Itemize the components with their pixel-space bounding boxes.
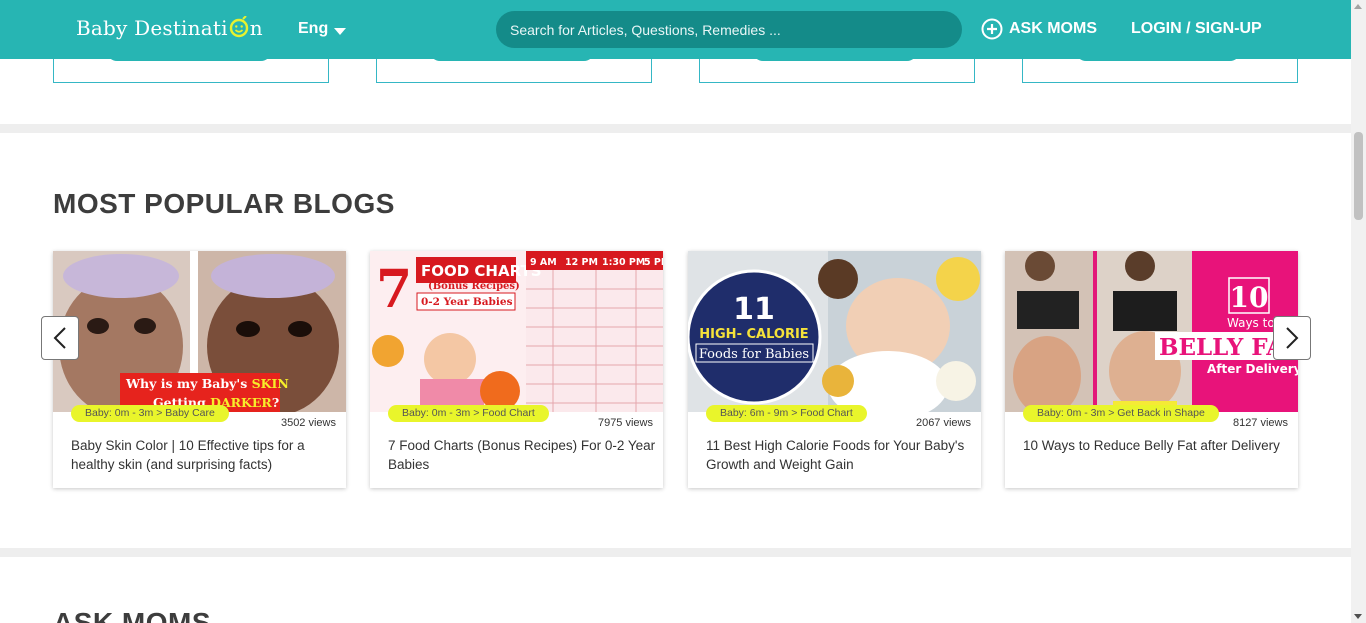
- high-calorie-image: 11 HIGH- CALORIE Foods for Babies: [688, 251, 981, 412]
- blog-title[interactable]: 11 Best High Calorie Foods for Your Baby…: [706, 436, 976, 474]
- thumb-caption: FOOD CHARTS: [421, 262, 542, 280]
- thumb-caption: HIGH- CALORIE: [699, 327, 808, 342]
- blog-title[interactable]: 10 Ways to Reduce Belly Fat after Delive…: [1023, 436, 1293, 455]
- page: Baby Destinati n Eng ASK MOMS LOGIN / SIG…: [0, 0, 1366, 623]
- chart-column-header: 1:30 PM: [602, 257, 645, 268]
- logo-text-end: n: [249, 16, 263, 40]
- chart-column-header: 9 AM: [530, 257, 557, 268]
- blog-title[interactable]: Baby Skin Color | 10 Effective tips for …: [71, 436, 341, 474]
- carousel-prev-button[interactable]: [41, 316, 79, 360]
- thumb-caption: After Delivery: [1207, 362, 1298, 376]
- top-header: Baby Destinati n Eng ASK MOMS LOGIN / SIG…: [0, 0, 1351, 59]
- view-count: 2067 views: [915, 417, 971, 429]
- ask-moms-button[interactable]: ASK MOMS: [981, 18, 1097, 40]
- blog-card[interactable]: 11 HIGH- CALORIE Foods for Babies Baby: …: [688, 251, 981, 488]
- vertical-scrollbar[interactable]: [1351, 0, 1366, 623]
- caret-down-icon: [334, 27, 347, 35]
- view-count: 8127 views: [1232, 417, 1288, 429]
- baby-skin-image: Why is my Baby's SKIN Getting DARKER?: [53, 251, 346, 412]
- previous-section-cards: [0, 49, 1351, 124]
- carousel-next-button[interactable]: [1273, 316, 1311, 360]
- plus-circle-icon: [981, 18, 1003, 40]
- chevron-left-icon: [53, 327, 66, 349]
- thumb-caption: 0-2 Year Babies: [421, 296, 513, 308]
- blog-card[interactable]: Why is my Baby's SKIN Getting DARKER? Ba…: [53, 251, 346, 488]
- chart-column-header: 12 PM: [565, 257, 598, 268]
- thumb-number: 7: [376, 259, 412, 320]
- thumb-caption: BELLY FA: [1159, 334, 1285, 361]
- category-tag[interactable]: Baby: 0m - 3m > Get Back in Shape: [1023, 405, 1219, 422]
- view-count: 3502 views: [280, 417, 336, 429]
- blog-thumbnail[interactable]: 11 HIGH- CALORIE Foods for Babies: [688, 251, 981, 412]
- chevron-right-icon: [1286, 327, 1299, 349]
- login-signup-link[interactable]: LOGIN / SIGN-UP: [1131, 20, 1262, 38]
- blog-thumbnail[interactable]: Why is my Baby's SKIN Getting DARKER?: [53, 251, 346, 412]
- food-charts-image: 7 FOOD CHARTS (Bonus Recipes) 0-2 Year B…: [370, 251, 663, 412]
- language-selector[interactable]: Eng: [298, 20, 347, 38]
- search-input[interactable]: [496, 11, 962, 48]
- category-tag[interactable]: Baby: 0m - 3m > Baby Care: [71, 405, 229, 422]
- view-count: 7975 views: [597, 417, 653, 429]
- scrollbar-thumb[interactable]: [1354, 132, 1363, 220]
- section-divider: [0, 124, 1351, 133]
- blog-card[interactable]: 10 Ways to Red BELLY FA After Delivery B…: [1005, 251, 1298, 488]
- thumb-caption: (Bonus Recipes): [428, 281, 520, 292]
- scroll-down-arrow-icon[interactable]: [1354, 614, 1362, 619]
- blog-thumbnail[interactable]: 10 Ways to Red BELLY FA After Delivery: [1005, 251, 1298, 412]
- language-label: Eng: [298, 20, 329, 37]
- ask-moms-label: ASK MOMS: [1009, 20, 1097, 37]
- thumb-caption: Foods for Babies: [699, 347, 809, 362]
- section-divider: [0, 548, 1351, 557]
- blog-title[interactable]: 7 Food Charts (Bonus Recipes) For 0-2 Ye…: [388, 436, 658, 474]
- category-tag[interactable]: Baby: 0m - 3m > Food Chart: [388, 405, 549, 422]
- scroll-up-arrow-icon[interactable]: [1354, 4, 1362, 9]
- thumb-number: 11: [733, 292, 775, 327]
- thumb-caption: Why is my Baby's SKIN: [125, 376, 289, 391]
- logo-smiley-icon: [229, 16, 248, 38]
- chart-column-header: 5 PM: [644, 257, 663, 268]
- thumb-number: 10: [1230, 281, 1269, 314]
- blog-thumbnail[interactable]: 7 FOOD CHARTS (Bonus Recipes) 0-2 Year B…: [370, 251, 663, 412]
- ask-moms-section-title: ASK MOMS: [53, 607, 211, 623]
- logo-text: Baby Destinati: [76, 16, 228, 40]
- blog-card[interactable]: 7 FOOD CHARTS (Bonus Recipes) 0-2 Year B…: [370, 251, 663, 488]
- section-title: MOST POPULAR BLOGS: [53, 188, 395, 219]
- logo[interactable]: Baby Destinati n: [76, 16, 263, 40]
- belly-fat-image: 10 Ways to Red BELLY FA After Delivery: [1005, 251, 1298, 412]
- category-tag[interactable]: Baby: 6m - 9m > Food Chart: [706, 405, 867, 422]
